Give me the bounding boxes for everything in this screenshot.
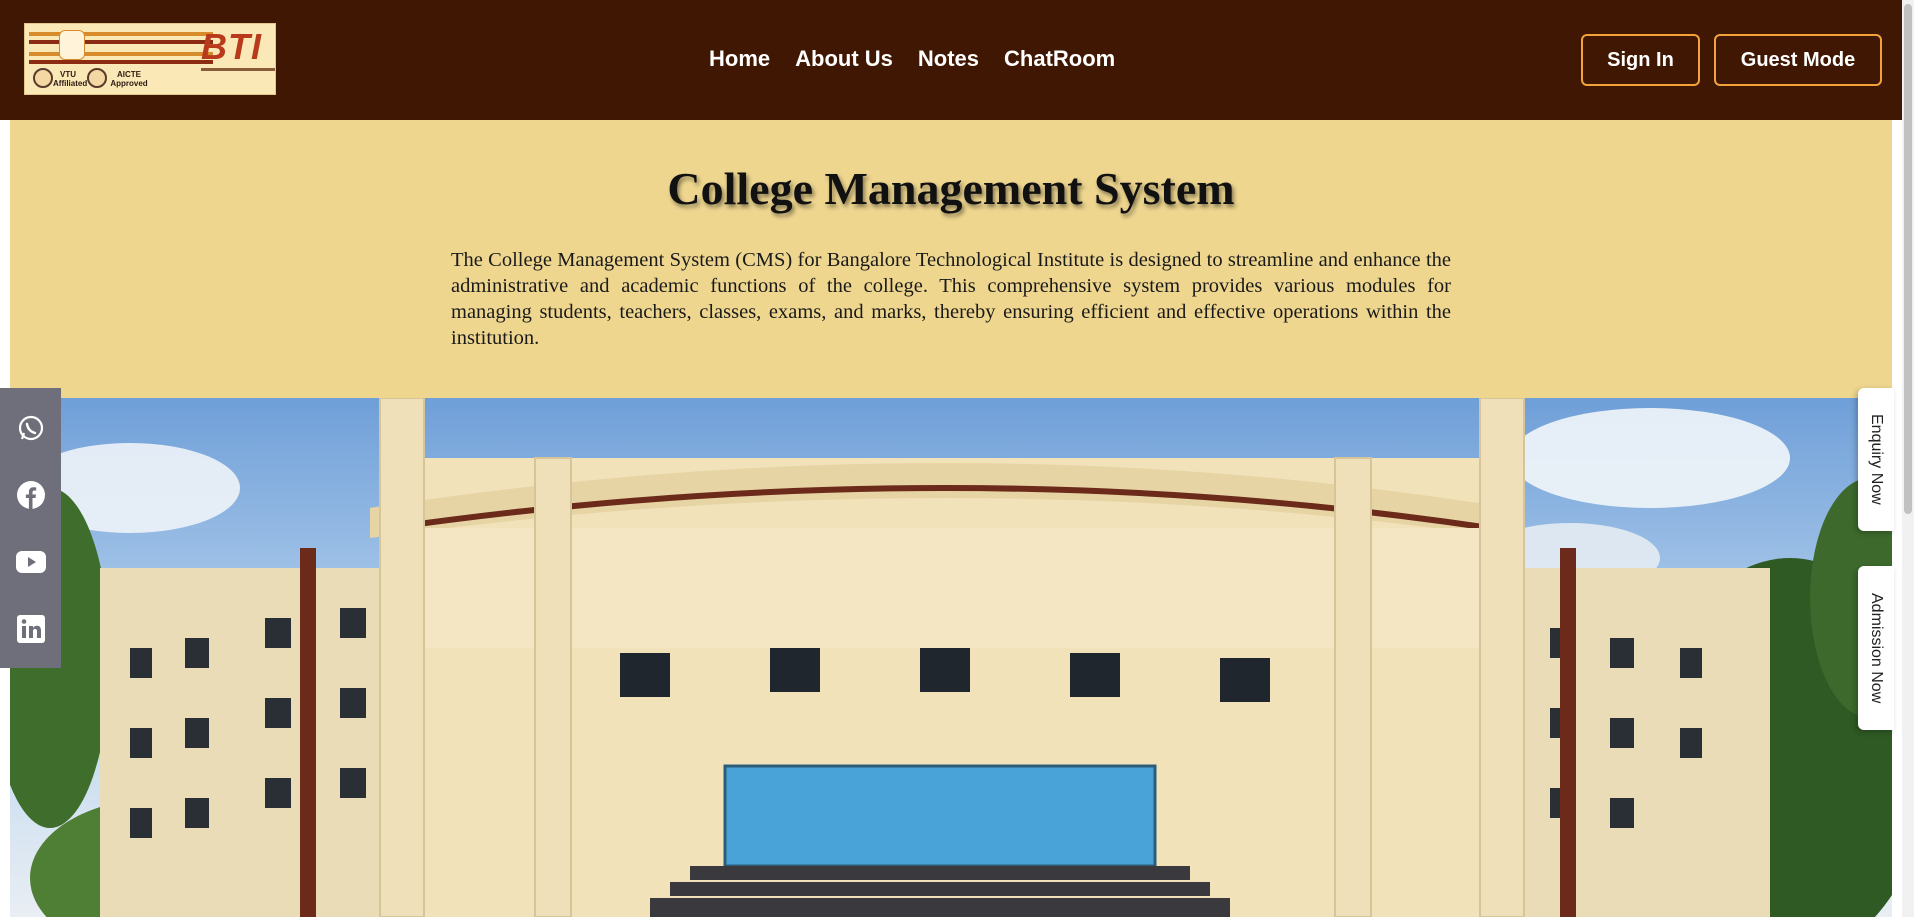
logo-stripe xyxy=(29,32,213,36)
admission-now-label: Admission Now xyxy=(1868,592,1885,704)
campus-image xyxy=(10,398,1892,917)
vtu-caption: VTU Affiliated xyxy=(53,70,88,88)
logo-subtitle-bar xyxy=(201,68,275,71)
enquiry-now-tab[interactable]: Enquiry Now xyxy=(1858,388,1894,531)
admission-now-tab[interactable]: Admission Now xyxy=(1858,566,1894,730)
social-sidebar xyxy=(0,388,61,668)
campus-building-illustration xyxy=(10,398,1892,917)
top-navbar: BTI VTU Affiliated AICTE Approved Home A… xyxy=(0,0,1902,120)
logo-stripe xyxy=(29,40,213,44)
nav-chatroom[interactable]: ChatRoom xyxy=(1004,44,1115,74)
facebook-icon[interactable] xyxy=(16,480,46,510)
logo-stripe xyxy=(29,60,213,64)
intro-description: The College Management System (CMS) for … xyxy=(451,249,1451,349)
nav-about-us[interactable]: About Us xyxy=(795,44,893,74)
linkedin-icon[interactable] xyxy=(16,614,46,644)
enquiry-now-label: Enquiry Now xyxy=(1868,414,1885,505)
logo-brand-text: BTI xyxy=(201,26,262,67)
whatsapp-icon[interactable] xyxy=(16,413,46,443)
nav-home[interactable]: Home xyxy=(709,44,770,74)
bti-logo[interactable]: BTI VTU Affiliated AICTE Approved xyxy=(24,23,276,95)
sign-in-button[interactable]: Sign In xyxy=(1581,34,1700,86)
intro-section: College Management System The College Ma… xyxy=(10,120,1892,398)
aicte-caption: AICTE Approved xyxy=(110,70,148,88)
logo-emblem-icon xyxy=(59,30,85,60)
youtube-icon[interactable] xyxy=(15,547,46,577)
guest-mode-button[interactable]: Guest Mode xyxy=(1714,34,1882,86)
main-nav: Home About Us Notes ChatRoom xyxy=(709,44,1115,74)
nav-notes[interactable]: Notes xyxy=(918,44,979,74)
vtu-seal-icon xyxy=(33,68,53,88)
scrollbar-thumb[interactable] xyxy=(1904,4,1912,514)
page-title: College Management System xyxy=(667,163,1235,214)
page-scrollbar[interactable] xyxy=(1902,0,1914,917)
aicte-seal-icon xyxy=(87,68,107,88)
logo-stripe xyxy=(29,52,213,56)
